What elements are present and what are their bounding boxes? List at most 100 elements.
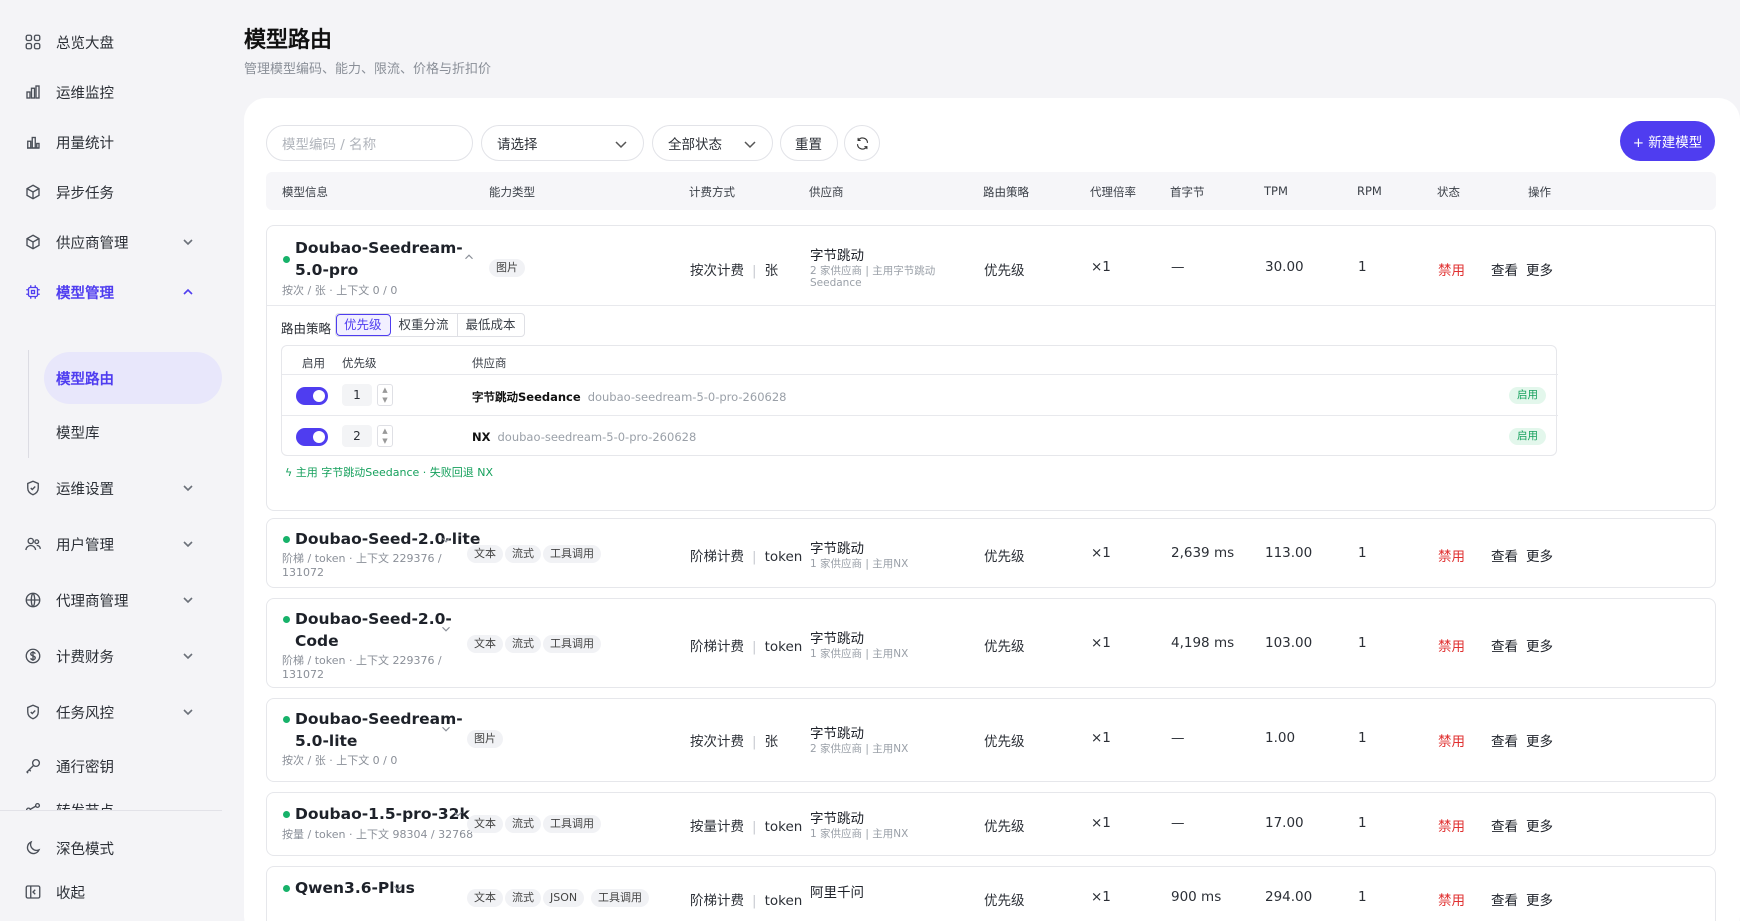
nav-billing-finance[interactable]: 计费财务 [10, 634, 218, 678]
view-link[interactable]: 查看 [1491, 635, 1518, 655]
billing-cell: 阶梯计费 | token [690, 549, 803, 565]
nav-ops-settings[interactable]: 运维设置 [10, 466, 218, 510]
view-link[interactable]: 查看 [1491, 889, 1518, 909]
view-link[interactable]: 查看 [1491, 730, 1518, 750]
disable-toggle[interactable]: 禁用 [1438, 545, 1465, 565]
nav-task-risk[interactable]: 任务风控 [10, 690, 218, 734]
table-row[interactable]: Qwen3.6-Plus 文本 流式 JSON 工具调用 阶梯计费 | token … [266, 866, 1716, 921]
new-model-button[interactable]: + 新建模型 [1620, 121, 1715, 161]
capability-tag: 工具调用 [543, 815, 601, 833]
capability-tag: 文本 [467, 889, 503, 907]
table-row[interactable]: Doubao-1.5-pro-32k 按量 / token · 上下文 9830… [266, 792, 1716, 856]
nav-vendor-mgmt[interactable]: 供应商管理 [10, 220, 218, 264]
enable-switch[interactable] [296, 428, 328, 446]
capability-tag: 图片 [489, 259, 525, 277]
rate-cell: ×1 [1091, 815, 1111, 831]
chevron-down-icon [183, 597, 193, 604]
chevron-down-icon[interactable] [391, 881, 405, 895]
table-row[interactable]: Doubao-Seed-2.0-lite 阶梯 / token · 上下文 22… [266, 518, 1716, 588]
billing-unit: token [764, 819, 803, 835]
strategy-option-priority[interactable]: 优先级 [336, 314, 391, 336]
disable-toggle[interactable]: 禁用 [1438, 259, 1465, 279]
nav-label: 运维设置 [56, 481, 114, 498]
billing-unit: 张 [764, 263, 779, 279]
more-link[interactable]: 更多 [1526, 889, 1553, 909]
status-select[interactable]: 全部状态 [652, 125, 773, 161]
view-link[interactable]: 查看 [1491, 259, 1518, 279]
strategy-option-weight[interactable]: 权重分流 [391, 314, 458, 336]
view-link[interactable]: 查看 [1491, 545, 1518, 565]
chevron-down-icon[interactable] [451, 807, 465, 821]
nav-label: 计费财务 [56, 649, 114, 666]
nav-agent-mgmt[interactable]: 代理商管理 [10, 578, 218, 622]
vendor-name: 阿里千问 [810, 885, 864, 901]
vendor-name: NX doubao-seedream-5-0-pro-260628 [472, 430, 696, 444]
rpm-cell: 1 [1358, 259, 1367, 275]
nav-passkeys[interactable]: 通行密钥 [10, 744, 218, 788]
model-meta: 按次 / 张 · 上下文 0 / 0 [282, 754, 398, 767]
more-link[interactable]: 更多 [1526, 635, 1553, 655]
table-row[interactable]: Doubao-Seedream- 5.0-lite 按次 / 张 · 上下文 0… [266, 698, 1716, 782]
chevron-down-icon[interactable] [439, 722, 453, 736]
ttfb-cell: 900 ms [1171, 889, 1222, 905]
nav-user-mgmt[interactable]: 用户管理 [10, 522, 218, 566]
nav-model-mgmt[interactable]: 模型管理 [10, 270, 218, 314]
refresh-button[interactable] [844, 125, 880, 161]
collapse-sidebar-button[interactable]: 收起 [10, 870, 218, 914]
nav-label: 总览大盘 [56, 35, 114, 52]
enable-switch[interactable] [296, 387, 328, 405]
priority-stepper[interactable]: ▲ ▼ [377, 425, 393, 447]
nav-async-tasks[interactable]: 异步任务 [10, 170, 218, 214]
disable-toggle[interactable]: 禁用 [1438, 815, 1465, 835]
strategy-cell: 优先级 [984, 549, 1025, 565]
nav-forward-nodes[interactable]: 转发节点 [10, 800, 218, 810]
more-link[interactable]: 更多 [1526, 259, 1553, 279]
dark-mode-toggle[interactable]: 深色模式 [10, 826, 218, 870]
vendor-name: 字节跳动 [810, 726, 864, 742]
vendor-model: doubao-seedream-5-0-pro-260628 [497, 430, 697, 444]
nav-usage-stats[interactable]: 用量统计 [10, 120, 218, 164]
vendor-label: NX [472, 430, 491, 444]
strategy-label: 路由策略 [281, 321, 332, 336]
nav-dashboard[interactable]: 总览大盘 [10, 20, 218, 64]
priority-value[interactable]: 2 [342, 425, 372, 447]
view-link[interactable]: 查看 [1491, 815, 1518, 835]
chevron-down-icon[interactable] [439, 622, 453, 636]
table-header: 模型信息 能力类型 计费方式 供应商 路由策略 代理倍率 首字节 TPM RPM… [266, 172, 1716, 210]
sidebar-item-model-routing[interactable]: 模型路由 [44, 352, 222, 404]
vendor-row: 2 ▲ ▼ NX doubao-seedream-5-0-pro-260628 启用 [282, 415, 1558, 456]
search-input[interactable]: 模型编码 / 名称 [266, 125, 473, 161]
reset-button[interactable]: 重置 [780, 125, 838, 161]
capability-select-value: 请选择 [497, 137, 538, 153]
sidebar-item-model-library[interactable]: 模型库 [44, 406, 222, 458]
col-header: RPM [1357, 184, 1382, 198]
table-row[interactable]: Doubao-Seedream- 5.0-pro 按次 / 张 · 上下文 0 … [266, 225, 1716, 511]
disable-toggle[interactable]: 禁用 [1438, 730, 1465, 750]
model-name: 5.0-pro [295, 261, 359, 279]
priority-stepper[interactable]: ▲ ▼ [377, 384, 393, 406]
more-link[interactable]: 更多 [1526, 545, 1553, 565]
vendor-meta: 1 家供应商 | 主用NX [810, 828, 909, 840]
chevron-up-icon[interactable] [462, 250, 476, 264]
sub-label: 模型路由 [56, 371, 114, 388]
more-link[interactable]: 更多 [1526, 730, 1553, 750]
nav-ops-monitor[interactable]: 运维监控 [10, 70, 218, 114]
vendor-meta: 2 家供应商 | 主用字节跳动 [810, 265, 936, 277]
status-badge: 启用 [1509, 428, 1546, 445]
table-row[interactable]: Doubao-Seed-2.0- Code 阶梯 / token · 上下文 2… [266, 598, 1716, 688]
disable-toggle[interactable]: 禁用 [1438, 889, 1465, 909]
ttfb-cell: — [1171, 259, 1185, 275]
globe-icon [22, 589, 44, 611]
more-link[interactable]: 更多 [1526, 815, 1553, 835]
page-title: 模型路由 [244, 28, 333, 53]
strategy-option-lowest-cost[interactable]: 最低成本 [458, 314, 524, 336]
ttfb-cell: 2,639 ms [1171, 545, 1235, 561]
rate-cell: ×1 [1091, 635, 1111, 651]
moon-icon [22, 837, 44, 859]
disable-toggle[interactable]: 禁用 [1438, 635, 1465, 655]
capability-select[interactable]: 请选择 [481, 125, 644, 161]
strategy-segmented: 优先级 权重分流 最低成本 [335, 313, 525, 337]
chevron-down-icon[interactable] [439, 533, 453, 547]
fallback-text: 主用 字节跳动Seedance · 失败回退 NX [295, 466, 494, 479]
priority-value[interactable]: 1 [342, 384, 372, 406]
